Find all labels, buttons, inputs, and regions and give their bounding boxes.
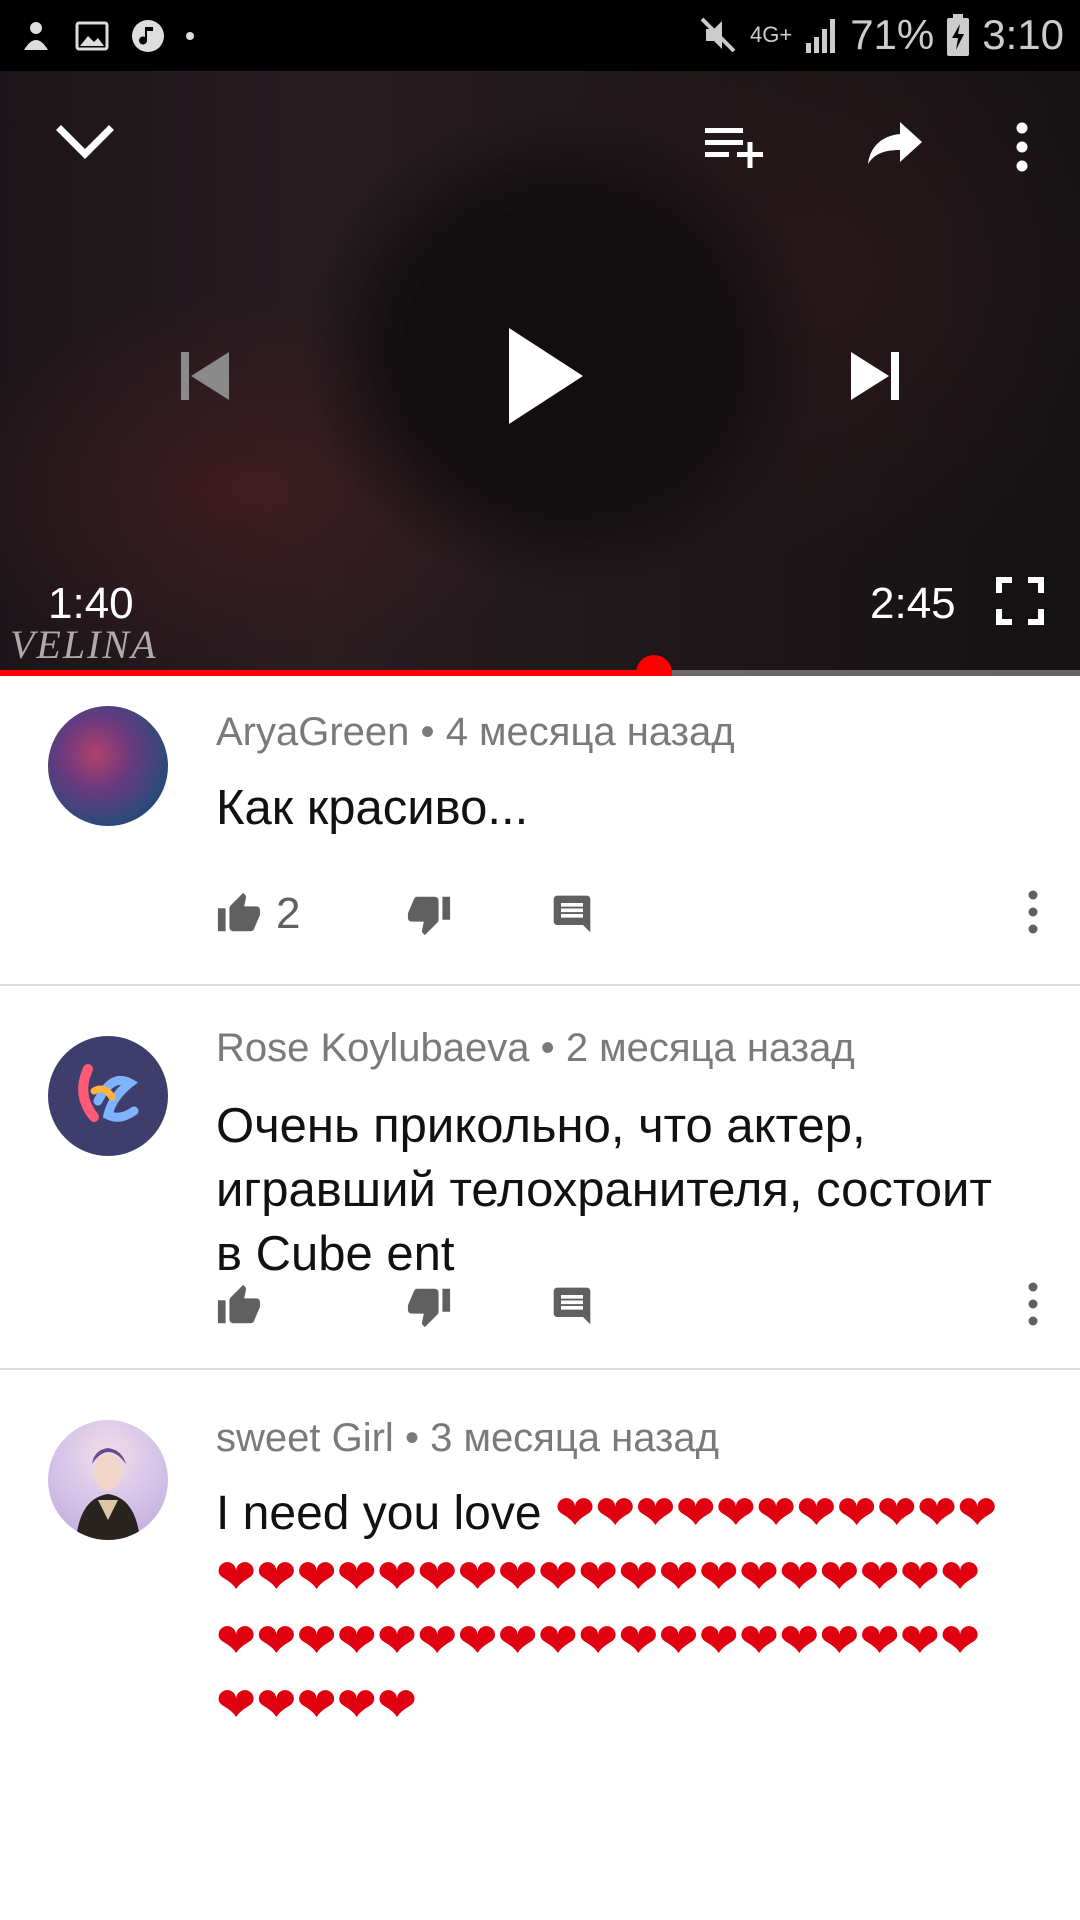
comment-actions xyxy=(216,1276,1046,1336)
more-notifications-dot xyxy=(186,32,194,40)
avatar-photo xyxy=(76,1448,140,1540)
avatar[interactable] xyxy=(48,1420,168,1540)
notification-app-icon xyxy=(24,22,48,50)
add-to-queue-icon xyxy=(705,128,763,168)
video-player[interactable]: 1:40 2:45 VELINA xyxy=(0,71,1080,676)
reply-button[interactable] xyxy=(550,1276,594,1336)
minimize-button[interactable] xyxy=(50,107,120,177)
comment-more-button[interactable] xyxy=(1026,1282,1046,1330)
comment-meta: Rose Koylubaeva • 2 месяца назад xyxy=(216,1026,855,1071)
thumb-down-icon xyxy=(407,896,451,936)
share-icon xyxy=(868,122,922,164)
avatar[interactable] xyxy=(48,706,168,826)
comment-age: 2 месяца назад xyxy=(565,1026,855,1070)
comment-text: I need you love ❤❤❤❤❤❤❤❤❤❤❤❤❤❤❤❤❤❤❤❤❤❤❤❤… xyxy=(216,1482,1006,1738)
share-button[interactable] xyxy=(860,107,930,177)
status-bar: 4G+ 71% 3:10 xyxy=(0,0,1080,71)
comment-text: Очень прикольно, что актер, игравший тел… xyxy=(216,1099,992,1281)
add-to-queue-button[interactable] xyxy=(700,111,770,181)
status-left xyxy=(18,14,194,58)
comment-item: Rose Koylubaeva • 2 месяца назад Очень п… xyxy=(0,986,1080,1370)
comment-meta: AryaGreen • 4 месяца назад xyxy=(216,710,735,755)
comment-text: Как красиво... xyxy=(216,781,529,835)
battery-percent: 71% xyxy=(850,11,935,58)
dislike-button[interactable] xyxy=(406,1276,452,1336)
previous-button[interactable] xyxy=(170,341,240,411)
play-icon xyxy=(509,328,583,424)
comment-author[interactable]: AryaGreen xyxy=(216,710,409,754)
avatar[interactable] xyxy=(48,1036,168,1156)
dislike-button[interactable] xyxy=(406,884,452,944)
comment-item: AryaGreen • 4 месяца назад Как красиво..… xyxy=(0,676,1080,986)
meta-separator: • xyxy=(420,710,435,754)
more-vert-icon xyxy=(1016,122,1028,172)
thumb-up-icon xyxy=(217,1284,261,1324)
comment-actions: 2 xyxy=(216,884,1046,944)
like-button[interactable]: 2 xyxy=(216,884,300,944)
signal-icon xyxy=(806,19,836,53)
comment-age: 4 месяца назад xyxy=(445,710,735,754)
comment-author[interactable]: Rose Koylubaeva xyxy=(216,1026,530,1070)
thumb-down-icon xyxy=(407,1288,451,1328)
comment-more-button[interactable] xyxy=(1026,890,1046,938)
avatar-logo-icon xyxy=(78,1064,139,1122)
comment-meta: sweet Girl • 3 месяца назад xyxy=(216,1416,719,1461)
reply-button[interactable] xyxy=(550,884,594,944)
more-vert-icon xyxy=(1028,890,1038,934)
thumb-up-icon xyxy=(217,892,261,932)
mute-icon xyxy=(700,17,736,53)
reply-comment-icon xyxy=(553,895,591,933)
comment-age: 3 месяца назад xyxy=(430,1416,719,1460)
comment-item: sweet Girl • 3 месяца назад I need you l… xyxy=(0,1370,1080,1920)
next-icon xyxy=(851,352,899,400)
comments-list: AryaGreen • 4 месяца назад Как красиво..… xyxy=(0,676,1080,1920)
play-button[interactable] xyxy=(490,321,600,431)
status-right: 4G+ 71% 3:10 xyxy=(698,10,1064,60)
meta-separator: • xyxy=(540,1026,555,1070)
network-type: 4G+ xyxy=(749,22,793,47)
video-watermark: VELINA xyxy=(10,622,158,667)
meta-separator: • xyxy=(404,1416,419,1460)
clock: 3:10 xyxy=(982,11,1064,58)
player-more-button[interactable] xyxy=(1000,117,1044,177)
comment-author[interactable]: sweet Girl xyxy=(216,1416,394,1460)
reply-comment-icon xyxy=(553,1287,591,1325)
next-button[interactable] xyxy=(840,341,910,411)
chevron-down-icon xyxy=(56,125,114,159)
battery-icon xyxy=(947,14,970,56)
comment-text-words: I need you love xyxy=(216,1487,555,1540)
more-vert-icon xyxy=(1028,1282,1038,1326)
like-count: 2 xyxy=(276,889,301,938)
image-icon xyxy=(75,21,109,51)
previous-icon xyxy=(181,352,229,400)
fullscreen-icon xyxy=(996,577,1044,625)
duration: 2:45 xyxy=(870,579,956,628)
music-icon xyxy=(132,20,164,52)
fullscreen-button[interactable] xyxy=(990,571,1050,631)
like-button[interactable] xyxy=(216,1276,276,1336)
